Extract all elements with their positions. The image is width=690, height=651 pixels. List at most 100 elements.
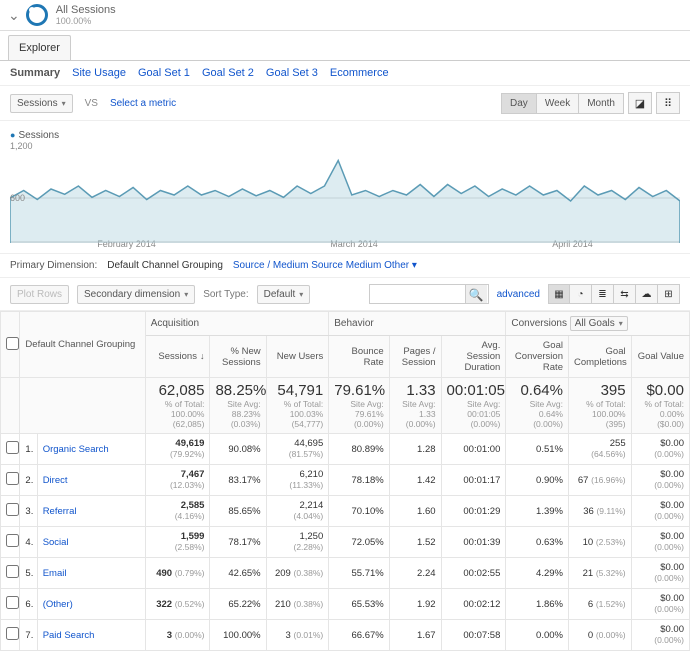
cell-pages: 1.67 bbox=[389, 620, 441, 651]
tab-explorer[interactable]: Explorer bbox=[8, 35, 71, 60]
row-index: 3. bbox=[20, 496, 37, 527]
dimension-link[interactable]: Source / Medium bbox=[233, 260, 309, 271]
motion-chart-icon[interactable]: ⠿ bbox=[656, 92, 680, 114]
col-gcr[interactable]: Goal Conversion Rate bbox=[506, 336, 569, 378]
view-pie-icon[interactable]: ◔ bbox=[570, 284, 592, 304]
table-row: 3.Referral2,585 (4.16%)85.65%2,214 (4.04… bbox=[1, 496, 690, 527]
row-checkbox[interactable] bbox=[6, 565, 19, 578]
row-checkbox[interactable] bbox=[6, 627, 19, 640]
sort-type-dropdown[interactable]: Default bbox=[257, 285, 311, 304]
cell-newu: 44,695 (81.57%) bbox=[266, 434, 329, 465]
row-checkbox[interactable] bbox=[6, 596, 19, 609]
cell-gv: $0.00 (0.00%) bbox=[631, 558, 689, 589]
cell-dur: 00:01:17 bbox=[441, 465, 506, 496]
select-all-checkbox[interactable] bbox=[6, 337, 19, 350]
row-index: 6. bbox=[20, 589, 37, 620]
table-row: 5.Email490 (0.79%)42.65%209 (0.38%)55.71… bbox=[1, 558, 690, 589]
subtab-site-usage[interactable]: Site Usage bbox=[72, 67, 126, 79]
sort-desc-icon bbox=[197, 351, 205, 362]
view-pivot-icon[interactable]: ⊞ bbox=[658, 284, 680, 304]
dimension-link[interactable]: Other ▾ bbox=[384, 260, 417, 271]
period-week[interactable]: Week bbox=[537, 93, 579, 114]
channel-link[interactable]: Social bbox=[43, 537, 69, 548]
channel-link[interactable]: Paid Search bbox=[43, 630, 95, 641]
row-checkbox[interactable] bbox=[6, 534, 19, 547]
col-dimension[interactable]: Default Channel Grouping bbox=[20, 312, 145, 378]
cell-gc: 10 (2.53%) bbox=[568, 527, 631, 558]
collapse-toggle[interactable]: ⌄ bbox=[8, 7, 20, 24]
col-sessions[interactable]: Sessions bbox=[145, 336, 210, 378]
cell-gc: 0 (0.00%) bbox=[568, 620, 631, 651]
view-performance-icon[interactable]: ≣ bbox=[592, 284, 614, 304]
search-input[interactable] bbox=[370, 289, 465, 300]
period-day[interactable]: Day bbox=[501, 93, 537, 114]
row-checkbox[interactable] bbox=[6, 503, 19, 516]
view-cloud-icon[interactable]: ☁ bbox=[636, 284, 658, 304]
chart-metric-dot: ● bbox=[10, 130, 15, 140]
chart-title: Sessions bbox=[19, 130, 60, 141]
dimension-link[interactable]: Source bbox=[311, 260, 343, 271]
primary-dimension-value: Default Channel Grouping bbox=[107, 260, 223, 271]
sort-type-value: Default bbox=[264, 289, 296, 300]
cell-gc: 6 (1.52%) bbox=[568, 589, 631, 620]
cell-gv: $0.00 (0.00%) bbox=[631, 496, 689, 527]
channel-link[interactable]: Email bbox=[43, 568, 67, 579]
select-metric-link[interactable]: Select a metric bbox=[110, 98, 176, 109]
col-bounce[interactable]: Bounce Rate bbox=[329, 336, 389, 378]
cell-bounce: 78.18% bbox=[329, 465, 389, 496]
subtab-goal-set-1[interactable]: Goal Set 1 bbox=[138, 67, 190, 79]
cell-newu: 2,214 (4.04%) bbox=[266, 496, 329, 527]
subtab-summary[interactable]: Summary bbox=[10, 67, 60, 79]
subtab-goal-set-2[interactable]: Goal Set 2 bbox=[202, 67, 254, 79]
row-checkbox[interactable] bbox=[6, 472, 19, 485]
cell-pnew: 83.17% bbox=[210, 465, 266, 496]
cell-pnew: 90.08% bbox=[210, 434, 266, 465]
subtab-goal-set-3[interactable]: Goal Set 3 bbox=[266, 67, 318, 79]
segment-block[interactable]: All Sessions 100.00% bbox=[56, 4, 116, 26]
cell-dur: 00:02:12 bbox=[441, 589, 506, 620]
channel-link[interactable]: Organic Search bbox=[43, 444, 109, 455]
period-month[interactable]: Month bbox=[579, 93, 624, 114]
cell-newu: 1,250 (2.28%) bbox=[266, 527, 329, 558]
col-newusers[interactable]: New Users bbox=[266, 336, 329, 378]
annotation-icon[interactable]: ◪ bbox=[628, 92, 652, 114]
cell-newu: 6,210 (11.33%) bbox=[266, 465, 329, 496]
cell-pages: 1.60 bbox=[389, 496, 441, 527]
cell-bounce: 65.53% bbox=[329, 589, 389, 620]
col-pages[interactable]: Pages / Session bbox=[389, 336, 441, 378]
cell-bounce: 66.67% bbox=[329, 620, 389, 651]
cell-gcr: 0.90% bbox=[506, 465, 569, 496]
col-gv[interactable]: Goal Value bbox=[631, 336, 689, 378]
channel-link[interactable]: Direct bbox=[43, 475, 68, 486]
period-button-group: DayWeekMonth bbox=[501, 93, 624, 114]
total-gc: 395 bbox=[601, 382, 626, 399]
advanced-link[interactable]: advanced bbox=[497, 289, 540, 300]
segment-circle-icon bbox=[26, 4, 48, 26]
subtab-ecommerce[interactable]: Ecommerce bbox=[330, 67, 389, 79]
goals-dropdown[interactable]: All Goals bbox=[570, 316, 628, 331]
view-comparison-icon[interactable]: ⇆ bbox=[614, 284, 636, 304]
total-newu: 54,791 bbox=[277, 382, 323, 399]
cell-pnew: 100.00% bbox=[210, 620, 266, 651]
group-acquisition: Acquisition bbox=[145, 312, 329, 336]
total-gcr: 0.64% bbox=[520, 382, 563, 399]
row-index: 5. bbox=[20, 558, 37, 589]
cell-pnew: 42.65% bbox=[210, 558, 266, 589]
channel-link[interactable]: Referral bbox=[43, 506, 77, 517]
view-data-table-icon[interactable]: ▦ bbox=[548, 284, 570, 304]
row-checkbox[interactable] bbox=[6, 441, 19, 454]
col-duration[interactable]: Avg. Session Duration bbox=[441, 336, 506, 378]
channel-link[interactable]: (Other) bbox=[43, 599, 73, 610]
metric-dropdown[interactable]: Sessions bbox=[10, 94, 73, 113]
cell-gv: $0.00 (0.00%) bbox=[631, 434, 689, 465]
search-icon[interactable]: 🔍 bbox=[465, 285, 487, 303]
plot-rows-button[interactable]: Plot Rows bbox=[10, 285, 69, 304]
cell-sessions: 490 (0.79%) bbox=[145, 558, 210, 589]
col-gc[interactable]: Goal Completions bbox=[568, 336, 631, 378]
metric-dropdown-label: Sessions bbox=[17, 98, 58, 109]
cell-gcr: 0.63% bbox=[506, 527, 569, 558]
dimension-link[interactable]: Medium bbox=[346, 260, 382, 271]
cell-gcr: 0.51% bbox=[506, 434, 569, 465]
col-pnew[interactable]: % New Sessions bbox=[210, 336, 266, 378]
secondary-dimension-dropdown[interactable]: Secondary dimension bbox=[77, 285, 195, 304]
